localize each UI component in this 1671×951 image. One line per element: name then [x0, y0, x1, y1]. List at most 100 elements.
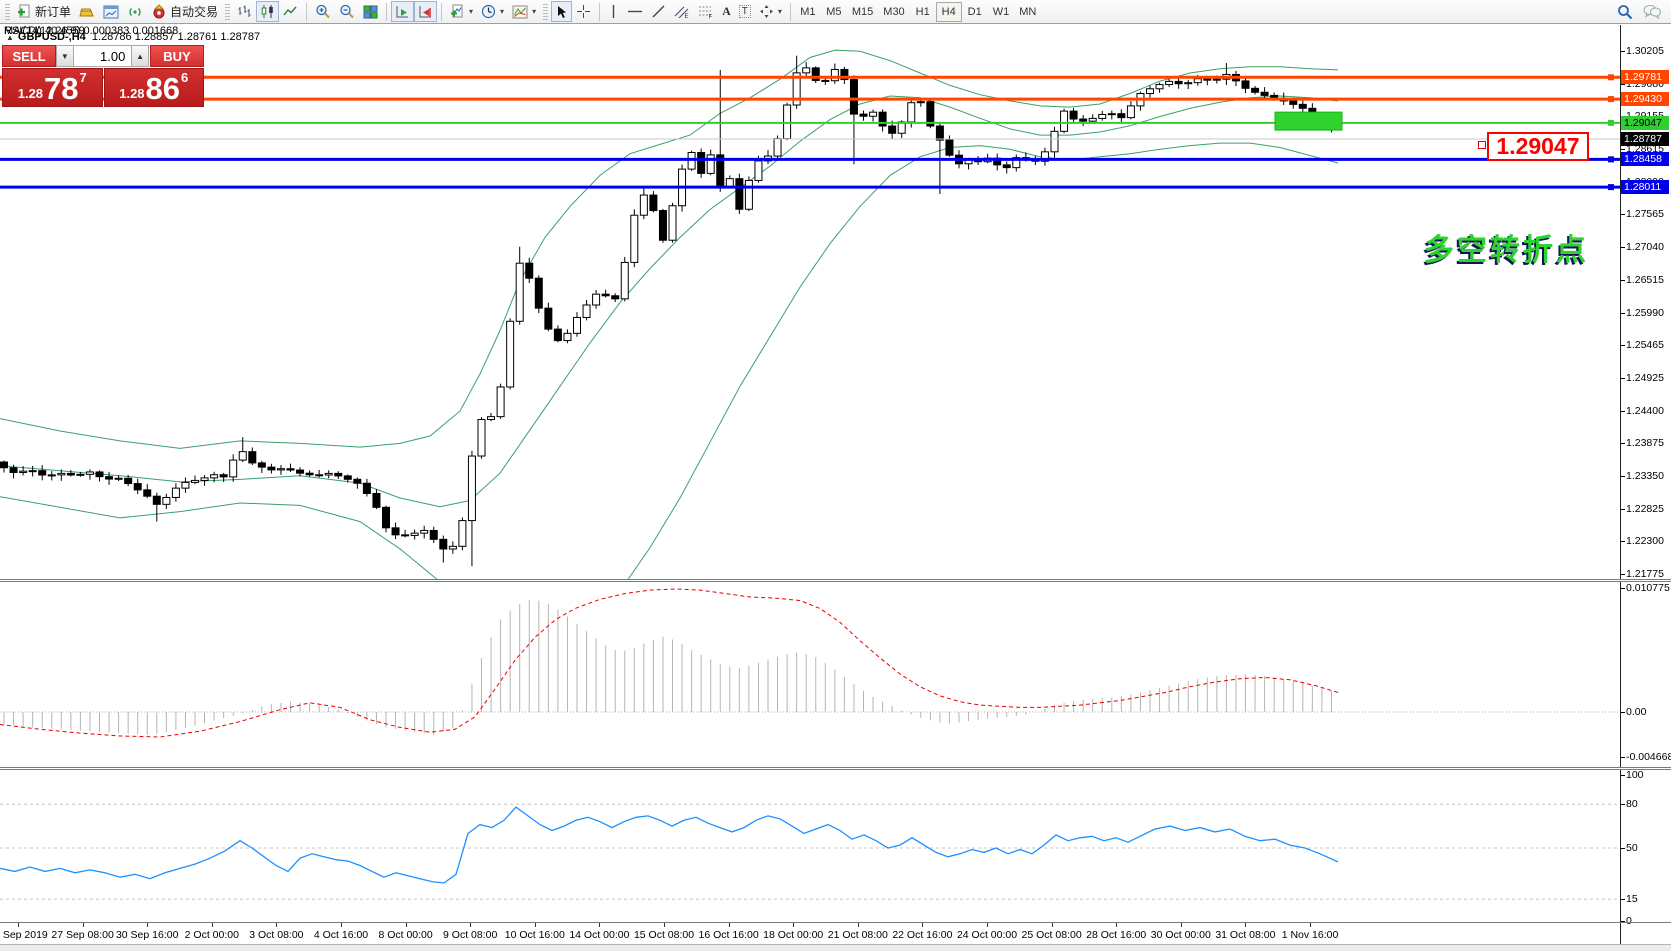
signals-button[interactable]	[123, 1, 147, 22]
macd-tick: 0.00	[1626, 707, 1670, 718]
indicators-dropdown-caret[interactable]: ▾	[469, 7, 473, 16]
sell-price-display[interactable]: 1.28 78 7	[2, 68, 103, 107]
search-icon[interactable]	[1617, 4, 1633, 20]
new-order-button[interactable]: 新订单	[13, 1, 75, 22]
text-label-tool-button[interactable]: T	[735, 1, 755, 22]
line-chart-icon	[283, 4, 298, 19]
time-tick	[406, 923, 407, 927]
timeframe-button-m1[interactable]: M1	[795, 2, 821, 22]
time-tick	[341, 923, 342, 927]
rsi-tick: 50	[1626, 843, 1670, 854]
timeframe-button-m30[interactable]: M30	[878, 2, 909, 22]
price-level-chip[interactable]: 1.29430	[1621, 92, 1669, 106]
symbol-header: ▲GBPUSD-,H4 1.28786 1.28857 1.28761 1.28…	[6, 31, 260, 43]
time-tick	[729, 923, 730, 927]
text-tool-button[interactable]: A	[718, 1, 735, 22]
price-level-chip[interactable]: 1.28787	[1621, 132, 1669, 146]
rsi-tick: 80	[1626, 799, 1670, 810]
cursor-tool-button[interactable]	[551, 1, 572, 22]
price-tick: 1.23875	[1626, 438, 1670, 449]
line-chart-type-button[interactable]	[279, 1, 302, 22]
buy-button[interactable]: BUY	[150, 45, 204, 67]
time-tick	[470, 923, 471, 927]
arrows-dropdown-caret[interactable]: ▾	[778, 7, 782, 16]
signal-icon	[127, 5, 143, 19]
price-tick: 1.30205	[1626, 46, 1670, 57]
price-tick: 1.24925	[1626, 373, 1670, 384]
zoom-out-button[interactable]	[335, 1, 359, 22]
tile-windows-button[interactable]	[359, 1, 382, 22]
templates-button[interactable]: ▾	[508, 1, 540, 22]
chart-shift-button[interactable]	[414, 1, 437, 22]
time-tick	[922, 923, 923, 927]
arrows-icon	[759, 4, 774, 19]
sell-button[interactable]: SELL	[2, 45, 56, 67]
price-tick: 1.27565	[1626, 209, 1670, 220]
pane-separator[interactable]	[0, 922, 1671, 923]
time-label: 14 Oct 00:00	[569, 929, 629, 941]
arrows-tool-button[interactable]: ▾	[755, 1, 786, 22]
hline-anchor-node[interactable]	[1478, 141, 1486, 149]
volume-input[interactable]: 1.00	[74, 45, 132, 67]
timeframe-button-mn[interactable]: MN	[1014, 2, 1041, 22]
time-label: 1 Nov 16:00	[1282, 929, 1339, 941]
volume-increase-button[interactable]: ▲	[131, 45, 149, 67]
autotrading-button[interactable]: 自动交易	[147, 1, 222, 22]
chart-area[interactable]: ▲GBPUSD-,H4 1.28786 1.28857 1.28761 1.28…	[0, 25, 1671, 951]
price-level-chip[interactable]: 1.29781	[1621, 70, 1669, 84]
timeframe-button-w1[interactable]: W1	[988, 2, 1015, 22]
price-level-chip[interactable]: 1.28458	[1621, 152, 1669, 166]
price-callout-box[interactable]: 1.29047	[1487, 132, 1589, 161]
pane-separator[interactable]	[0, 581, 1671, 582]
indicators-button[interactable]: ▾	[446, 1, 477, 22]
vertical-line-tool-button[interactable]	[604, 1, 623, 22]
time-tick	[664, 923, 665, 927]
bollinger-middle-band	[0, 96, 1338, 507]
volume-decrease-button[interactable]: ▼	[56, 45, 74, 67]
toolbar-grip	[543, 4, 548, 20]
timeframe-button-m15[interactable]: M15	[847, 2, 878, 22]
indicators-icon	[450, 4, 465, 19]
timeframe-bar: M1M5M15M30H1H4D1W1MN	[795, 2, 1041, 22]
buy-price-display[interactable]: 1.28 86 6	[104, 68, 205, 107]
trendline-icon	[651, 4, 666, 19]
market-watch-button[interactable]	[75, 1, 99, 22]
price-tick: 1.23350	[1626, 471, 1670, 482]
timeframe-button-d1[interactable]: D1	[962, 2, 988, 22]
price-level-chip[interactable]: 1.28011	[1621, 180, 1669, 194]
chinese-annotation: 多空转折点	[1424, 225, 1589, 269]
fibonacci-tool-button[interactable]: F	[694, 1, 718, 22]
text-tool-icon: A	[722, 4, 731, 19]
chat-icon[interactable]	[1643, 4, 1661, 19]
buy-price-big: 86	[146, 74, 180, 104]
timeframe-button-h4[interactable]: H4	[936, 2, 962, 22]
price-level-chip[interactable]: 1.29047	[1621, 116, 1669, 130]
crosshair-tool-button[interactable]	[572, 1, 595, 22]
autotrading-label: 自动交易	[170, 3, 218, 20]
candle-chart-type-button[interactable]	[256, 1, 279, 22]
timeframe-button-h1[interactable]: H1	[910, 2, 936, 22]
periods-button[interactable]: ▾	[477, 1, 508, 22]
price-pane[interactable]	[0, 26, 1620, 579]
templates-dropdown-caret[interactable]: ▾	[532, 7, 536, 16]
symbol-ohlc: 1.28786 1.28857 1.28761 1.28787	[92, 31, 260, 43]
macd-pane[interactable]	[0, 583, 1620, 767]
auto-scroll-icon	[395, 5, 410, 19]
periods-dropdown-caret[interactable]: ▾	[500, 7, 504, 16]
auto-scroll-button[interactable]	[391, 1, 414, 22]
pane-separator[interactable]	[0, 769, 1671, 770]
time-tick	[599, 923, 600, 927]
sell-price-sup: 7	[80, 70, 87, 85]
horizontal-line-tool-button[interactable]	[623, 1, 647, 22]
charts-button[interactable]	[99, 1, 123, 22]
timeframe-button-m5[interactable]: M5	[821, 2, 847, 22]
bar-chart-type-button[interactable]	[233, 1, 256, 22]
tile-windows-icon	[363, 5, 378, 19]
collapse-arrow-icon[interactable]: ▲	[6, 33, 14, 42]
rsi-tick: 100	[1626, 770, 1670, 781]
rsi-pane[interactable]	[0, 770, 1620, 922]
zoom-in-button[interactable]	[311, 1, 335, 22]
price-tick: 1.24400	[1626, 406, 1670, 417]
trendline-tool-button[interactable]	[647, 1, 670, 22]
channel-tool-button[interactable]: E	[670, 1, 694, 22]
